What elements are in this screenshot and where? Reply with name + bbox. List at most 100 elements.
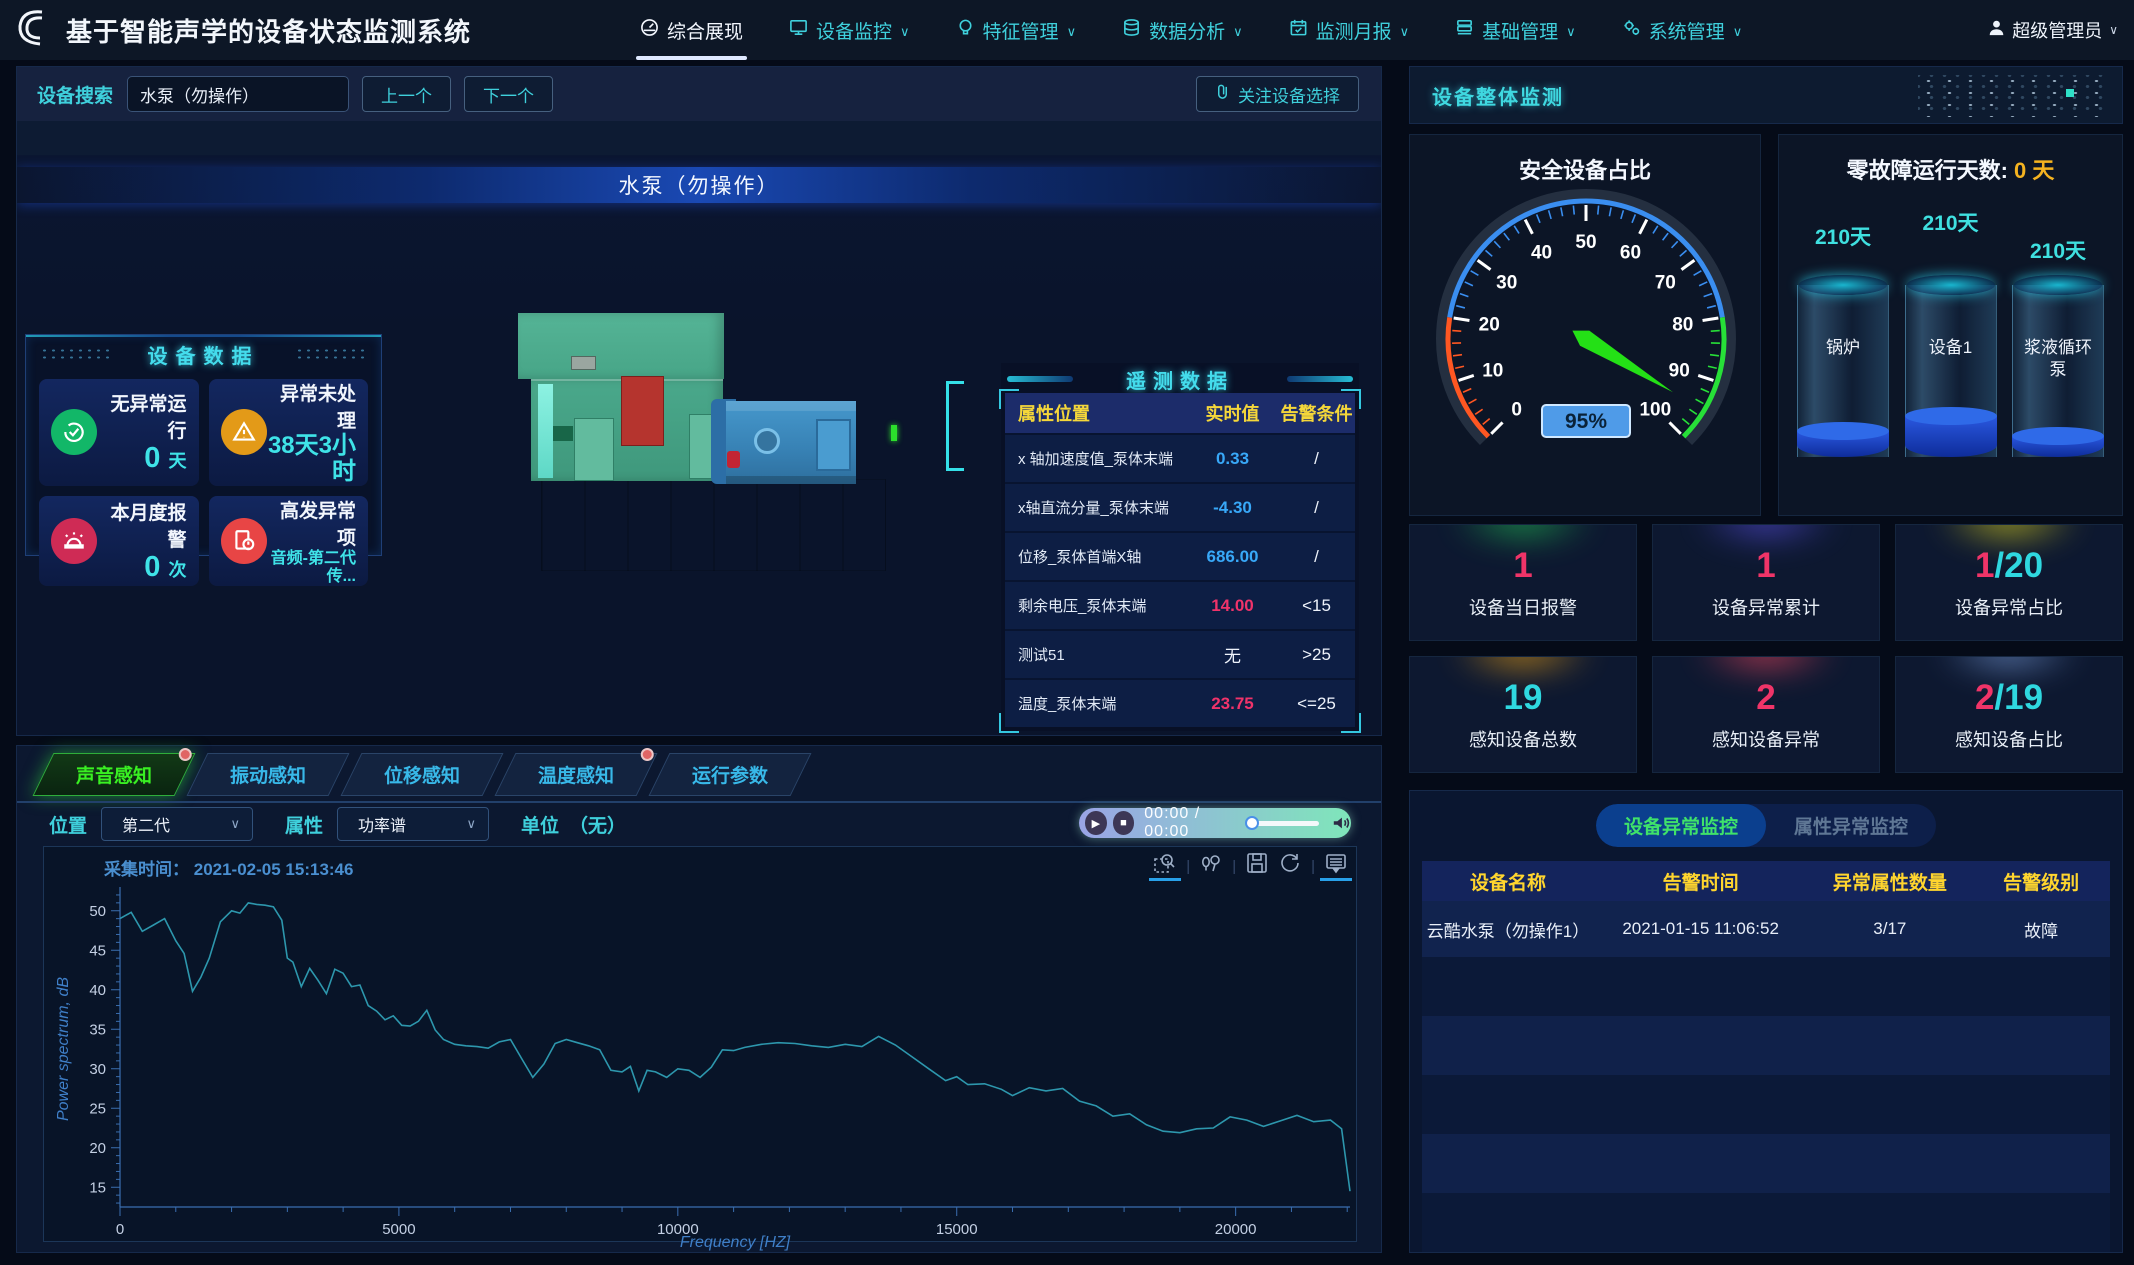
telemetry-alarm-condition: / xyxy=(1278,498,1355,518)
position-select[interactable]: 第二代 ∨ xyxy=(101,807,253,841)
cylinder-days: 210天 xyxy=(1922,199,1978,275)
svg-text:90: 90 xyxy=(1669,360,1690,381)
user-name: 超级管理员 xyxy=(2012,17,2102,43)
sense-tab-label: 声音感知 xyxy=(76,761,152,788)
sense-tab-位移感知[interactable]: 位移感知 xyxy=(341,753,504,796)
seek-handle[interactable] xyxy=(1245,816,1259,830)
cylinder-glass: 设备1 xyxy=(1905,275,1997,465)
sense-tab-运行参数[interactable]: 运行参数 xyxy=(649,753,812,796)
next-device-button[interactable]: 下一个 xyxy=(464,76,553,112)
stat-label: 感知设备占比 xyxy=(1955,726,2063,752)
col-header: 告警级别 xyxy=(1972,868,2110,895)
nav-item-feature-mgmt[interactable]: 特征管理 ∨ xyxy=(956,0,1077,60)
svg-text:0: 0 xyxy=(116,1221,124,1238)
motor-junction-box xyxy=(816,419,851,471)
gauge-chart: 010203040506070809010095% xyxy=(1410,179,1762,484)
attribute-label: 属性 xyxy=(285,811,323,838)
zero-fault-card: 零故障运行天数: 0 天 210天锅炉210天设备1210天浆液循环泵 xyxy=(1778,134,2123,516)
svg-text:45: 45 xyxy=(89,942,106,959)
stat-number: 19 xyxy=(1504,678,1543,717)
dots-decoration xyxy=(295,347,367,361)
user-icon xyxy=(1988,19,2005,41)
stat-label: 感知设备异常 xyxy=(1712,726,1820,752)
card-glow xyxy=(1937,656,2082,679)
sense-tab-声音感知[interactable]: 声音感知 xyxy=(33,753,196,796)
sense-tab-振动感知[interactable]: 振动感知 xyxy=(187,753,350,796)
tab-device-anomaly[interactable]: 设备异常监控 xyxy=(1596,804,1766,847)
stat-label: 高发异常项 xyxy=(280,501,356,549)
alert-badge xyxy=(179,748,192,761)
unit-label: 单位 xyxy=(521,811,559,838)
search-label: 设备搜索 xyxy=(37,81,113,108)
svg-text:80: 80 xyxy=(1672,315,1693,336)
stop-button[interactable]: ■ xyxy=(1113,811,1135,835)
sense-tab-温度感知[interactable]: 温度感知 xyxy=(495,753,658,796)
svg-text:0: 0 xyxy=(1511,399,1522,420)
app-root: 基于智能声学的设备状态监测系统 综合展现 设备监控 ∨ 特征管理 ∨ 数据分析 … xyxy=(0,0,2134,1265)
alarm-empty-row xyxy=(1422,1016,2110,1075)
play-button[interactable]: ▶ xyxy=(1085,811,1107,835)
safe-device-gauge-card: 安全设备占比 010203040506070809010095% xyxy=(1409,134,1761,516)
position-label: 位置 xyxy=(49,811,87,838)
unit-value: （无） xyxy=(569,811,626,838)
attribute-select[interactable]: 功率谱 ∨ xyxy=(337,807,489,841)
telemetry-attr-name: 剩余电压_泵体末端 xyxy=(1005,595,1187,616)
stat-label: 本月度报警 xyxy=(110,503,186,551)
alarm-empty-row xyxy=(1422,1134,2110,1193)
nav-item-data-analysis[interactable]: 数据分析 ∨ xyxy=(1122,0,1243,60)
overall-stat-grid: 1设备当日报警1设备异常累计1/20设备异常占比19感知设备总数2感知设备异常2… xyxy=(1409,524,2123,773)
cylinder-锅炉: 210天锅炉 xyxy=(1791,199,1895,465)
stat-label: 设备异常累计 xyxy=(1712,594,1820,620)
telemetry-alarm-condition: >25 xyxy=(1278,645,1355,665)
seek-track[interactable] xyxy=(1252,821,1319,826)
zero-fault-title: 零故障运行天数: 0 天 xyxy=(1779,153,2122,185)
alarm-cell: 2021-01-15 11:06:52 xyxy=(1594,919,1807,939)
svg-text:40: 40 xyxy=(1531,243,1552,264)
overall-monitor-header: 设备整体监测 xyxy=(1409,66,2123,124)
alarm-row[interactable]: 云酷水泵（勿操作1）2021-01-15 11:06:523/17故障 xyxy=(1422,901,2110,957)
volume-icon[interactable] xyxy=(1331,814,1351,832)
nav-item-overview[interactable]: 综合展现 xyxy=(640,0,743,60)
svg-text:50: 50 xyxy=(1575,232,1596,253)
svg-text:20: 20 xyxy=(89,1140,106,1157)
file-alert-icon xyxy=(221,518,267,564)
stat-label: 感知设备总数 xyxy=(1469,726,1577,752)
card-glow xyxy=(1451,656,1596,679)
title-wing-decoration xyxy=(1007,376,1073,382)
telemetry-table-body: x 轴加速度值_泵体末端0.33/x轴直流分量_泵体末端-4.30/位移_泵体首… xyxy=(1005,433,1355,727)
user-menu[interactable]: 超级管理员 ∨ xyxy=(1988,0,2118,60)
stat-denominator: /20 xyxy=(1994,546,2043,585)
svg-text:40: 40 xyxy=(89,982,106,999)
cylinder-days: 210天 xyxy=(1815,199,1871,275)
server-list-icon xyxy=(1455,18,1474,43)
nav-label: 设备监控 xyxy=(816,17,892,44)
model-title-banner: 水泵（勿操作） xyxy=(17,167,1381,203)
active-nav-underline xyxy=(636,56,747,60)
device-search-input[interactable] xyxy=(127,76,349,112)
overall-stat-card: 1/20设备异常占比 xyxy=(1895,524,2123,641)
alarm-cell: 3/17 xyxy=(1807,919,1972,939)
nav-item-device-monitor[interactable]: 设备监控 ∨ xyxy=(789,0,910,60)
nav-item-system-mgmt[interactable]: 系统管理 ∨ xyxy=(1622,0,1743,60)
telemetry-table: 属性位置 实时值 告警条件 x 轴加速度值_泵体末端0.33/x轴直流分量_泵体… xyxy=(1005,393,1355,729)
cylinder-row: 210天锅炉210天设备1210天浆液循环泵 xyxy=(1791,199,2110,465)
focus-device-select-button[interactable]: 关注设备选择 xyxy=(1196,76,1359,112)
dashboard-icon xyxy=(640,18,659,43)
sensing-panel: 声音感知 振动感知 位移感知温度感知运行参数 位置 第二代 ∨ 属性 功率谱 ∨ 单… xyxy=(16,745,1382,1253)
app-logo-icon xyxy=(12,6,52,55)
svg-text:70: 70 xyxy=(1655,272,1676,293)
svg-text:10: 10 xyxy=(1482,360,1503,381)
nav-item-basic-mgmt[interactable]: 基础管理 ∨ xyxy=(1455,0,1576,60)
nav-item-monthly-report[interactable]: 监测月报 ∨ xyxy=(1289,0,1410,60)
tab-attribute-anomaly[interactable]: 属性异常监控 xyxy=(1766,804,1936,847)
telemetry-panel: 遥测数据 属性位置 实时值 告警条件 x 轴加速度值_泵体末端0.33/x轴直流… xyxy=(1001,363,1359,731)
prev-device-button[interactable]: 上一个 xyxy=(362,76,451,112)
overall-stat-card: 2/19感知设备占比 xyxy=(1895,656,2123,773)
warning-triangle-icon xyxy=(221,409,267,455)
motor-valve-red xyxy=(727,451,740,468)
app-title: 基于智能声学的设备状态监测系统 xyxy=(66,12,471,49)
sense-tab-label: 振动感知 xyxy=(230,761,306,788)
stat-unit: 天 xyxy=(169,451,187,471)
stat-card-unhandled: 异常未处理 38天3小时 xyxy=(209,379,369,486)
stat-unit: 次 xyxy=(169,560,187,580)
